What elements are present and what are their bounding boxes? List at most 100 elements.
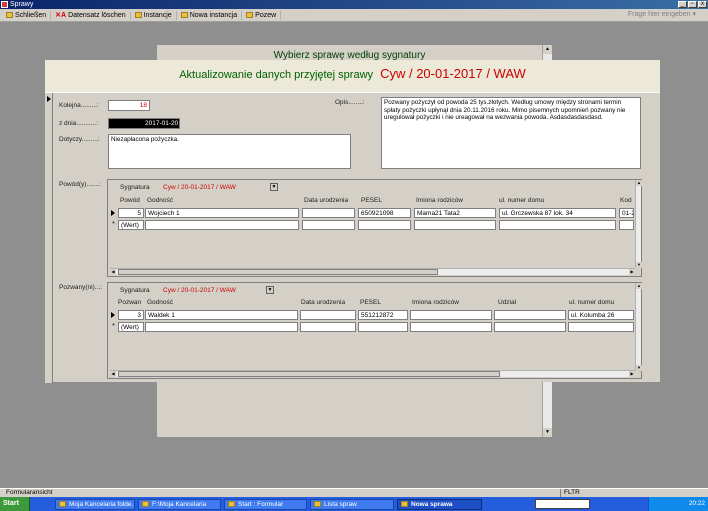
form-icon <box>228 501 235 507</box>
taskbar-item-start-formular[interactable]: Start : Formular <box>224 498 307 510</box>
kolejna-field[interactable]: 18 <box>108 100 150 111</box>
powod-address-cell[interactable]: ul. Grczewska 87 lok. 34 <box>499 208 616 218</box>
col-data-urodzenia: Data urodzenia <box>301 299 346 306</box>
powod-new-address-cell[interactable] <box>499 220 616 230</box>
pozwany-horizontal-scrollbar[interactable]: ◀ ▶ <box>110 370 635 377</box>
pozwany-share-cell[interactable] <box>494 310 566 320</box>
col-udzial: Udział <box>498 299 517 306</box>
record-selector[interactable] <box>45 93 53 383</box>
powod-new-birth-cell[interactable] <box>302 220 355 230</box>
window-controls: _ ▫ x <box>678 1 707 8</box>
taskbar-item-kancelaria-path[interactable]: F:\Moja Kancelaria <box>138 498 221 510</box>
col-ul-numer-domu: ul. numer domu <box>499 197 545 204</box>
clock: 20:22 <box>688 500 705 507</box>
pozwany-new-address-cell[interactable] <box>568 322 634 332</box>
scroll-up-arrow[interactable]: ▲ <box>636 180 642 186</box>
pozwany-new-name-cell[interactable] <box>145 322 298 332</box>
powod-new-id-cell[interactable]: (Wert) <box>118 220 144 230</box>
pozwany-new-parents-cell[interactable] <box>410 322 492 332</box>
powod-sygnatura-value: Cyw / 20-01-2017 / WAW <box>163 184 236 191</box>
instances-button[interactable]: Instancje <box>131 10 177 20</box>
scroll-thumb[interactable] <box>118 371 500 377</box>
case-signature: Cyw / 20-01-2017 / WAW <box>380 66 526 81</box>
powod-new-parents-cell[interactable] <box>414 220 496 230</box>
scroll-right-arrow[interactable]: ▶ <box>629 371 635 377</box>
pozwany-label: Pozwany(ni)...: <box>59 284 102 291</box>
pozwany-birth-cell[interactable] <box>300 310 356 320</box>
pozwany-vertical-scrollbar[interactable]: ▲ ▼ <box>635 283 642 371</box>
powod-label: Powód(y).......: <box>59 181 101 188</box>
delete-record-button[interactable]: ✕A Datensatz löschen <box>51 10 131 20</box>
scroll-down-arrow[interactable]: ▼ <box>636 262 642 268</box>
update-case-form: Aktualizowanie danych przyjętej sprawy C… <box>45 60 660 383</box>
col-ul-numer-domu: ul. numer domu <box>569 299 615 306</box>
quick-launch[interactable] <box>32 499 50 509</box>
pozwany-new-pesel-cell[interactable] <box>358 322 408 332</box>
pozwany-new-birth-cell[interactable] <box>300 322 356 332</box>
pozwany-new-id-cell[interactable]: (Wert) <box>118 322 144 332</box>
form-title: Aktualizowanie danych przyjętej sprawy <box>179 69 374 81</box>
powod-parents-cell[interactable]: Mama21 Tata2 <box>414 208 496 218</box>
row-selector[interactable] <box>110 208 117 218</box>
powod-horizontal-scrollbar[interactable]: ◀ ▶ <box>110 268 635 275</box>
powod-pesel-cell[interactable]: 650921098 <box>358 208 411 218</box>
pozwany-pesel-cell[interactable]: 551212872 <box>358 310 408 320</box>
scroll-right-arrow[interactable]: ▶ <box>629 269 635 275</box>
powod-new-code-cell[interactable] <box>619 220 634 230</box>
powod-sygnatura-dropdown[interactable]: ▼ <box>270 183 278 191</box>
taskbar-item-lista-spraw[interactable]: Lista spraw <box>310 498 394 510</box>
minimize-button[interactable]: _ <box>678 1 687 8</box>
pozew-button[interactable]: Pozew <box>242 10 282 20</box>
new-instance-button[interactable]: Nowa instancja <box>177 10 243 20</box>
kolejna-label: Kolejna.........: <box>59 102 99 109</box>
opis-label: Opis........: <box>335 99 365 106</box>
pozwany-new-share-cell[interactable] <box>494 322 566 332</box>
pozwany-id-cell[interactable]: 3 <box>118 310 144 320</box>
pozwany-sygnatura-label: Sygnatura <box>120 287 150 294</box>
scroll-thumb[interactable] <box>118 269 438 275</box>
pozwany-address-cell[interactable]: ul. Kolumba 26 <box>568 310 634 320</box>
row-selector[interactable] <box>110 310 117 320</box>
start-button[interactable]: Start <box>0 497 30 511</box>
window-titlebar: Sprawy _ ▫ x <box>0 0 708 9</box>
zdnia-field[interactable]: 2017-01-20 <box>108 118 180 129</box>
status-bar: Formularansicht FLTR <box>0 488 708 497</box>
powod-vertical-scrollbar[interactable]: ▲ ▼ <box>635 180 642 268</box>
scroll-left-arrow[interactable]: ◀ <box>110 371 116 377</box>
taskbar-item-nowa-sprawa[interactable]: Nowa sprawa <box>397 498 482 510</box>
folder-icon <box>246 12 254 18</box>
folder-icon <box>134 12 142 18</box>
pozwany-name-cell[interactable]: Waldek 1 <box>145 310 298 320</box>
close-button[interactable]: x <box>698 1 707 8</box>
powod-id-cell[interactable]: 5 <box>118 208 144 218</box>
opis-field[interactable]: Pozwany pożyczył od powoda 25 tys.złotyc… <box>381 97 641 169</box>
current-row-icon <box>111 210 115 216</box>
help-search-input[interactable]: Frage hier eingeben ▾ <box>628 10 696 18</box>
language-bar[interactable] <box>535 499 590 509</box>
restore-button[interactable]: ▫ <box>688 1 697 8</box>
powod-name-cell[interactable]: Wojciech 1 <box>145 208 299 218</box>
scroll-up-arrow[interactable]: ▲ <box>543 45 552 54</box>
dotyczy-field[interactable]: Niezapłacona pożyczka. <box>108 134 351 169</box>
taskbar-item-kancelaria-folder[interactable]: Moja Kancelaria folde... <box>55 498 135 510</box>
powod-subform: Sygnatura Cyw / 20-01-2017 / WAW ▼ Powód… <box>107 179 642 277</box>
powod-code-cell[interactable]: 01-2 <box>619 208 634 218</box>
col-pozwan: Pozwan <box>118 299 142 306</box>
form-icon <box>401 501 408 507</box>
toolbar: Schließen ✕A Datensatz löschen Instancje … <box>0 9 708 22</box>
powod-sygnatura-label: Sygnatura <box>120 184 150 191</box>
pozwany-parents-cell[interactable] <box>410 310 492 320</box>
close-form-button[interactable]: Schließen <box>2 10 52 20</box>
pozwany-sygnatura-dropdown[interactable]: ▼ <box>266 286 274 294</box>
folder-icon <box>142 501 149 507</box>
powod-new-name-cell[interactable] <box>145 220 299 230</box>
window-title: Sprawy <box>10 1 34 8</box>
system-tray: 20:22 <box>648 497 708 511</box>
scroll-down-arrow[interactable]: ▼ <box>636 365 642 371</box>
scroll-down-arrow[interactable]: ▼ <box>543 428 552 437</box>
powod-new-pesel-cell[interactable] <box>358 220 411 230</box>
scroll-left-arrow[interactable]: ◀ <box>110 269 116 275</box>
powod-birth-cell[interactable] <box>302 208 355 218</box>
scroll-up-arrow[interactable]: ▲ <box>636 283 642 289</box>
folder-icon <box>59 501 66 507</box>
